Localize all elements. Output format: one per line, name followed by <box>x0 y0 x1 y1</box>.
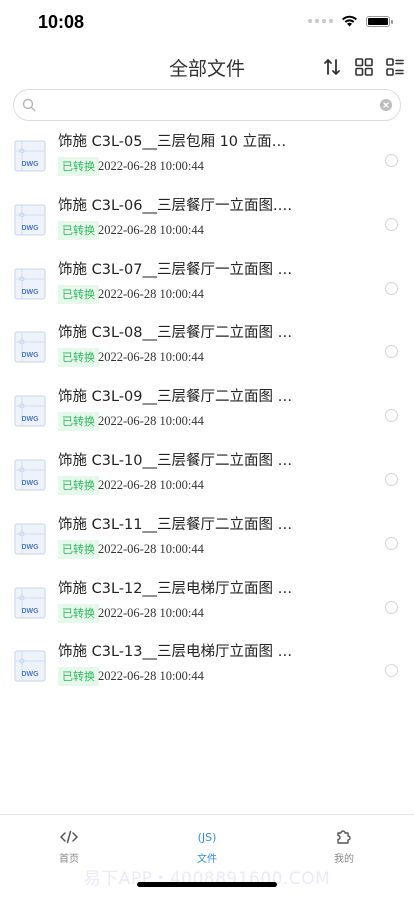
file-item[interactable]: DWG 饰施 C3L-13__三层电梯厅立面图 … 已转换 2022-06-28… <box>0 636 414 700</box>
js-icon: (JS) <box>197 830 217 844</box>
select-radio[interactable] <box>385 345 398 359</box>
home-indicator <box>137 882 277 887</box>
file-list: DWG 饰施 C3L-05__三层包厢 10 立面… 已转换 2022-06-2… <box>0 126 414 700</box>
file-type-label: DWG <box>21 671 39 678</box>
file-name: 饰施 C3L-11__三层餐厅二立面图 … <box>58 516 293 533</box>
status-time: 10:08 <box>38 12 85 32</box>
dwg-file-icon: DWG <box>14 523 46 555</box>
status-badge: 已转换 <box>58 348 99 368</box>
file-name: 饰施 C3L-06__三层餐厅一立面图.… <box>58 197 293 214</box>
select-radio[interactable] <box>385 664 398 678</box>
status-badge: 已转换 <box>58 284 99 304</box>
status-badge: 已转换 <box>58 157 99 176</box>
select-radio[interactable] <box>385 281 398 295</box>
tab-label: 首页 <box>59 854 79 865</box>
status-badge: 已转换 <box>58 220 99 240</box>
dwg-file-icon: DWG <box>14 204 46 236</box>
puzzle-icon <box>304 827 384 847</box>
code-icon <box>29 827 109 847</box>
file-name: 饰施 C3L-07__三层餐厅一立面图 … <box>58 261 293 278</box>
tab-label: 文件 <box>197 854 217 865</box>
file-name: 饰施 C3L-09__三层餐厅二立面图 … <box>58 389 293 406</box>
signal-icon <box>308 19 333 23</box>
file-type-label: DWG <box>21 416 39 423</box>
clear-icon[interactable] <box>380 99 392 111</box>
search-input[interactable] <box>42 94 376 118</box>
file-date: 2022-06-28 10:00:44 <box>98 350 204 365</box>
file-name: 饰施 C3L-05__三层包厢 10 立面… <box>58 134 287 150</box>
list-view-icon[interactable] <box>384 56 406 78</box>
dwg-file-icon: DWG <box>14 650 46 682</box>
battery-icon <box>366 15 393 27</box>
sort-icon[interactable] <box>322 56 344 78</box>
file-item[interactable]: DWG 饰施 C3L-07__三层餐厅一立面图 … 已转换 2022-06-28… <box>0 254 414 318</box>
file-item[interactable]: DWG 饰施 C3L-06__三层餐厅一立面图.… 已转换 2022-06-28… <box>0 190 414 254</box>
dwg-file-icon: DWG <box>14 395 46 427</box>
dwg-file-icon: DWG <box>14 587 46 619</box>
dwg-file-icon: DWG <box>14 140 46 172</box>
status-badge: 已转换 <box>58 412 99 432</box>
file-item[interactable]: DWG 饰施 C3L-05__三层包厢 10 立面… 已转换 2022-06-2… <box>0 126 414 190</box>
file-name: 饰施 C3L-10__三层餐厅二立面图 … <box>58 452 293 469</box>
select-radio[interactable] <box>385 217 398 231</box>
file-type-label: DWG <box>21 161 39 168</box>
file-item[interactable]: DWG 饰施 C3L-09__三层餐厅二立面图 … 已转换 2022-06-28… <box>0 381 414 445</box>
select-radio[interactable] <box>385 409 398 423</box>
file-date: 2022-06-28 10:00:44 <box>98 669 204 684</box>
grid-view-icon[interactable] <box>353 56 375 78</box>
select-radio[interactable] <box>385 154 398 167</box>
wifi-icon <box>342 15 357 27</box>
status-badge: 已转换 <box>58 667 99 687</box>
search-bar[interactable] <box>13 89 401 121</box>
file-name: 饰施 C3L-08__三层餐厅二立面图 … <box>58 325 293 342</box>
search-icon <box>22 98 36 112</box>
header: 全部文件 <box>0 46 414 88</box>
dwg-file-icon: DWG <box>14 459 46 491</box>
status-badge: 已转换 <box>58 539 99 559</box>
file-date: 2022-06-28 10:00:44 <box>98 414 204 429</box>
file-date: 2022-06-28 10:00:44 <box>98 605 204 620</box>
file-item[interactable]: DWG 饰施 C3L-11__三层餐厅二立面图 … 已转换 2022-06-28… <box>0 509 414 573</box>
file-date: 2022-06-28 10:00:44 <box>98 159 204 173</box>
file-type-label: DWG <box>21 352 39 359</box>
select-radio[interactable] <box>385 600 398 614</box>
select-radio[interactable] <box>385 472 398 486</box>
file-date: 2022-06-28 10:00:44 <box>98 477 204 492</box>
file-name: 饰施 C3L-12__三层电梯厅立面图 … <box>58 580 293 597</box>
status-bar: 10:08 <box>0 0 414 46</box>
dwg-file-icon: DWG <box>14 331 46 363</box>
file-item[interactable]: DWG 饰施 C3L-12__三层电梯厅立面图 … 已转换 2022-06-28… <box>0 573 414 637</box>
tab-home[interactable]: 首页 <box>29 827 109 865</box>
file-type-label: DWG <box>21 480 39 487</box>
file-item[interactable]: DWG 饰施 C3L-08__三层餐厅二立面图 … 已转换 2022-06-28… <box>0 317 414 381</box>
select-radio[interactable] <box>385 536 398 550</box>
file-type-label: DWG <box>21 544 39 551</box>
status-badge: 已转换 <box>58 475 99 495</box>
dwg-file-icon: DWG <box>14 268 46 300</box>
file-item[interactable]: DWG 饰施 C3L-10__三层餐厅二立面图 … 已转换 2022-06-28… <box>0 445 414 509</box>
file-date: 2022-06-28 10:00:44 <box>98 286 204 301</box>
file-type-label: DWG <box>21 225 39 232</box>
status-badge: 已转换 <box>58 603 99 623</box>
tab-label: 我的 <box>334 854 354 865</box>
tab-profile[interactable]: 我的 <box>304 827 384 865</box>
file-type-label: DWG <box>21 608 39 615</box>
status-icons <box>308 15 393 27</box>
file-type-label: DWG <box>21 289 39 296</box>
page-title: 全部文件 <box>168 58 245 80</box>
tab-files[interactable]: (JS) 文件 <box>167 827 247 866</box>
file-date: 2022-06-28 10:00:44 <box>98 541 204 556</box>
file-name: 饰施 C3L-13__三层电梯厅立面图 … <box>58 644 293 661</box>
file-date: 2022-06-28 10:00:44 <box>98 222 204 237</box>
